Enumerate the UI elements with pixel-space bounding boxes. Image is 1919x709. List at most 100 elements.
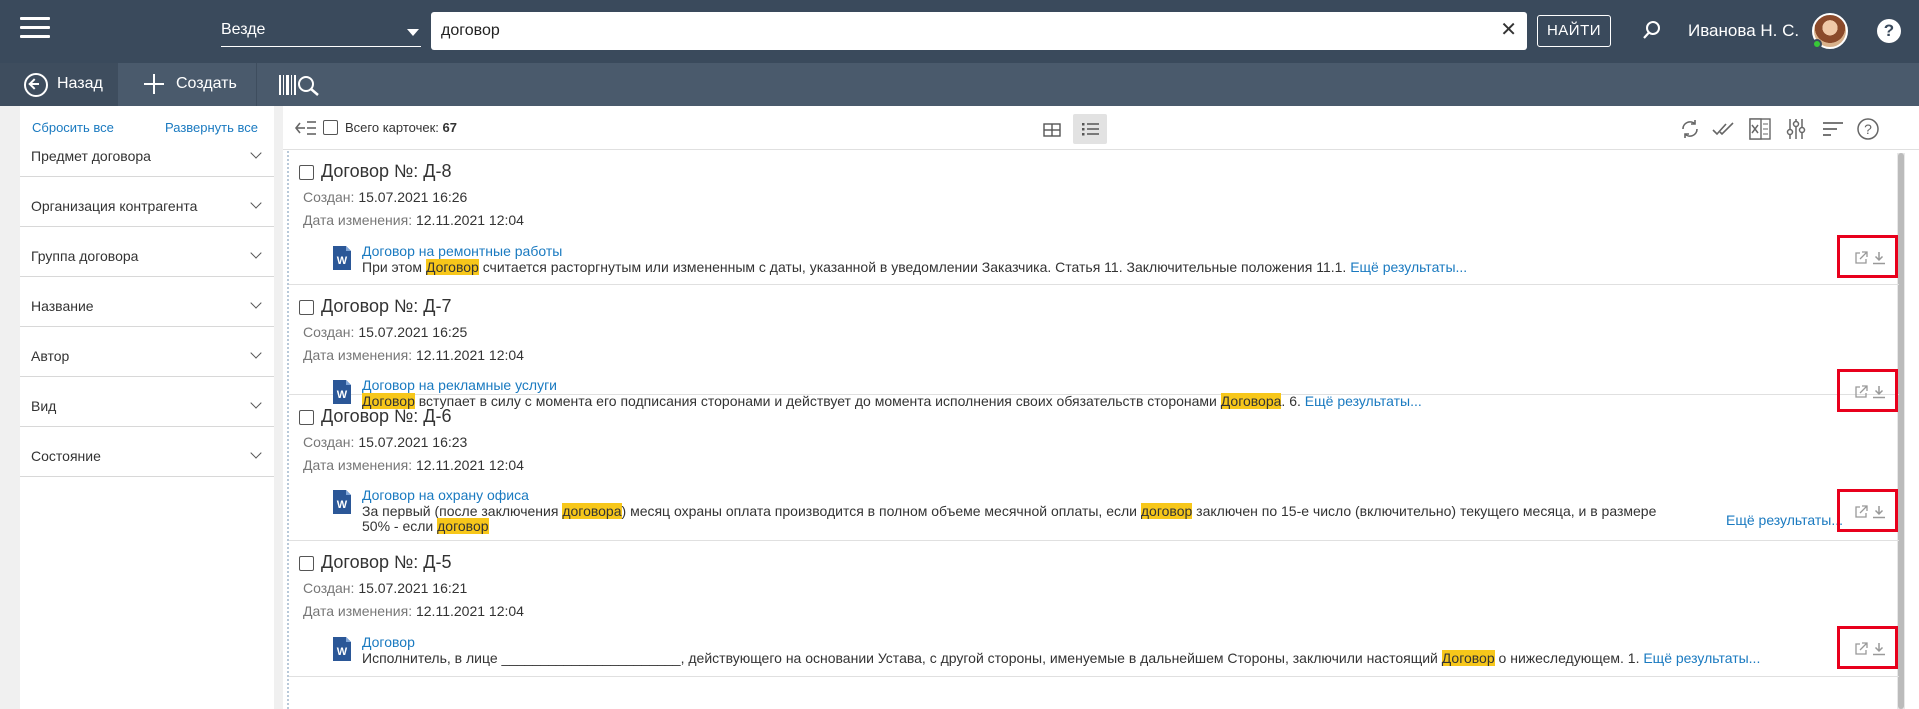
- open-external-icon[interactable]: [1854, 505, 1868, 519]
- created-value: 15.07.2021 16:25: [358, 324, 468, 340]
- create-label: Создать: [176, 75, 237, 92]
- document-link[interactable]: Договор: [362, 634, 415, 650]
- created-value: 15.07.2021 16:26: [358, 189, 468, 205]
- modified-value: 12.11.2021 12:04: [415, 347, 524, 363]
- refresh-icon[interactable]: [1677, 116, 1703, 142]
- created-label: Создан:: [303, 434, 355, 450]
- svg-text:W: W: [337, 499, 348, 511]
- caret-down-icon: [407, 29, 419, 36]
- card-modified: Дата изменения: 12.11.2021 12:04: [303, 457, 524, 473]
- result-card[interactable]: Договор №: Д-7 Создан: 15.07.2021 16:25 …: [289, 286, 1899, 412]
- card-checkbox[interactable]: [299, 410, 314, 425]
- help-circle-icon[interactable]: ?: [1855, 116, 1881, 142]
- modified-value: 12.11.2021 12:04: [415, 603, 524, 619]
- menu-icon[interactable]: [20, 17, 50, 39]
- sort-icon[interactable]: [1820, 116, 1846, 142]
- word-doc-icon[interactable]: W: [331, 244, 353, 272]
- settings-sliders-icon[interactable]: [1783, 116, 1809, 142]
- svg-text:W: W: [337, 255, 348, 267]
- snippet-highlight: договор: [437, 518, 489, 534]
- card-checkbox[interactable]: [299, 556, 314, 571]
- more-results-link[interactable]: Ещё результаты...: [1726, 512, 1843, 528]
- facet-contract-group[interactable]: Группа договора: [20, 227, 274, 277]
- created-value: 15.07.2021 16:21: [358, 580, 468, 596]
- facet-name[interactable]: Название: [20, 277, 274, 327]
- search-input[interactable]: [431, 12, 1471, 50]
- document-link[interactable]: Договор на охрану офиса: [362, 487, 529, 503]
- facet-label: Вид: [31, 398, 57, 414]
- toolbar-divider: [256, 63, 257, 106]
- facet-label: Состояние: [31, 448, 101, 464]
- search-snippet: При этом Договор считается расторгнутым …: [362, 259, 1467, 275]
- clear-icon[interactable]: ✕: [1500, 20, 1517, 40]
- search-snippet: За первый (после заключения договора) ме…: [362, 503, 1662, 534]
- created-label: Создан:: [303, 580, 355, 596]
- chevron-down-icon: [250, 397, 262, 409]
- more-results-link[interactable]: Ещё результаты...: [1643, 650, 1760, 666]
- back-button[interactable]: Назад: [0, 63, 118, 106]
- modified-value: 12.11.2021 12:04: [415, 457, 524, 473]
- check-all-icon[interactable]: [1711, 116, 1737, 142]
- open-external-icon[interactable]: [1854, 642, 1868, 656]
- facet-counterparty-org[interactable]: Организация контрагента: [20, 177, 274, 227]
- facet-label: Группа договора: [31, 248, 139, 264]
- card-checkbox[interactable]: [299, 300, 314, 315]
- collapse-panel-icon[interactable]: [295, 120, 317, 136]
- snippet-text: При этом: [362, 259, 426, 275]
- card-title[interactable]: Договор №: Д-6: [321, 406, 451, 427]
- list-view-icon[interactable]: [1073, 114, 1107, 144]
- find-button[interactable]: НАЙТИ: [1537, 15, 1611, 47]
- total-cards: Всего карточек: 67: [345, 120, 457, 135]
- barcode-search-icon[interactable]: [278, 73, 322, 97]
- select-all-checkbox[interactable]: [323, 120, 338, 135]
- created-label: Создан:: [303, 324, 355, 340]
- user-name[interactable]: Иванова Н. С.: [1688, 21, 1799, 41]
- help-icon[interactable]: ?: [1877, 19, 1901, 43]
- card-title[interactable]: Договор №: Д-8: [321, 161, 451, 182]
- result-card[interactable]: Договор №: Д-5 Создан: 15.07.2021 16:21 …: [289, 542, 1899, 677]
- top-bar: Везде ✕ НАЙТИ Иванова Н. С. ?: [0, 0, 1919, 63]
- chevron-down-icon: [250, 247, 262, 259]
- modified-label: Дата изменения:: [303, 457, 413, 473]
- search-scope-value: Везде: [221, 21, 266, 38]
- download-icon[interactable]: [1872, 505, 1886, 519]
- search-icon[interactable]: [1642, 19, 1662, 43]
- snippet-highlight: Договор: [425, 259, 479, 275]
- back-icon: [24, 73, 48, 97]
- document-actions: [1837, 235, 1898, 278]
- excel-icon[interactable]: [1747, 116, 1773, 142]
- open-external-icon[interactable]: [1854, 251, 1868, 265]
- download-icon[interactable]: [1872, 251, 1886, 265]
- facet-author[interactable]: Автор: [20, 327, 274, 377]
- modified-value: 12.11.2021 12:04: [415, 212, 524, 228]
- word-doc-icon[interactable]: W: [331, 635, 353, 663]
- download-icon[interactable]: [1872, 642, 1886, 656]
- snippet-highlight: Договор: [1441, 650, 1495, 666]
- avatar[interactable]: [1812, 13, 1848, 49]
- filter-panel: Сбросить все Развернуть все Предмет дого…: [20, 106, 274, 709]
- card-checkbox[interactable]: [299, 165, 314, 180]
- card-title[interactable]: Договор №: Д-5: [321, 552, 451, 573]
- document-link[interactable]: Договор на рекламные услуги: [362, 377, 557, 393]
- grid-view-icon[interactable]: [1037, 116, 1067, 144]
- search-field[interactable]: ✕: [431, 12, 1527, 50]
- results-list: Договор №: Д-8 Создан: 15.07.2021 16:26 …: [287, 151, 1903, 709]
- facet-contract-subject[interactable]: Предмет договора: [20, 127, 274, 177]
- facet-kind[interactable]: Вид: [20, 377, 274, 427]
- card-modified: Дата изменения: 12.11.2021 12:04: [303, 603, 524, 619]
- result-card[interactable]: Договор №: Д-8 Создан: 15.07.2021 16:26 …: [289, 151, 1899, 285]
- card-created: Создан: 15.07.2021 16:21: [303, 580, 467, 596]
- snippet-text: За первый (после заключения: [362, 503, 563, 519]
- more-results-link[interactable]: Ещё результаты...: [1350, 259, 1467, 275]
- word-doc-icon[interactable]: W: [331, 488, 353, 516]
- modified-label: Дата изменения:: [303, 347, 413, 363]
- result-card[interactable]: Договор №: Д-6 Создан: 15.07.2021 16:23 …: [289, 396, 1899, 541]
- facet-state[interactable]: Состояние: [20, 427, 274, 477]
- document-actions: [1837, 489, 1898, 532]
- card-title[interactable]: Договор №: Д-7: [321, 296, 451, 317]
- search-scope-select[interactable]: Везде: [221, 15, 421, 47]
- snippet-text: считается расторгнутым или измененным с …: [478, 259, 1351, 275]
- document-link[interactable]: Договор на ремонтные работы: [362, 243, 562, 259]
- online-status-dot: [1812, 39, 1822, 49]
- svg-text:W: W: [337, 646, 348, 658]
